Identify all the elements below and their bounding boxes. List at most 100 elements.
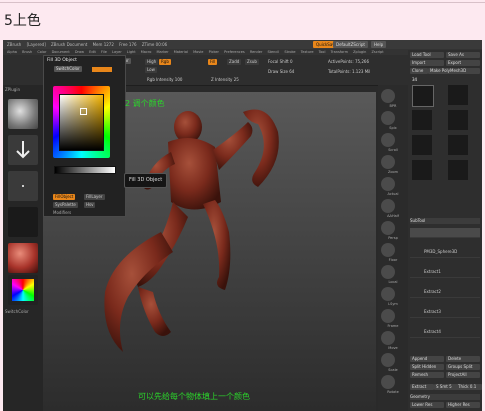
- menu-layer[interactable]: Layer: [112, 50, 122, 54]
- load-tool-button[interactable]: Load Tool: [410, 52, 444, 58]
- scale-icon[interactable]: [381, 353, 395, 367]
- low-button[interactable]: Low: [145, 67, 157, 73]
- higher-res-button[interactable]: Higher Res: [446, 402, 480, 408]
- zsub-button[interactable]: Zsub: [245, 59, 259, 65]
- z-intensity-slider[interactable]: Z Intensity 25: [211, 77, 239, 82]
- menu-draw[interactable]: Draw: [75, 50, 84, 54]
- subtool-slot[interactable]: Extract1: [410, 268, 480, 278]
- tool-thumbnail-8[interactable]: [448, 160, 468, 180]
- local-icon[interactable]: [381, 265, 395, 279]
- lsym-icon[interactable]: [381, 287, 395, 301]
- clone-button[interactable]: Clone: [410, 68, 428, 74]
- title-item: [Layered]: [26, 42, 46, 47]
- make-polymesh-button[interactable]: Make PolyMesh3D: [428, 68, 480, 74]
- saturation-value-square[interactable]: [59, 94, 104, 151]
- zadd-button[interactable]: Zadd: [227, 59, 242, 65]
- scroll-icon[interactable]: [381, 133, 395, 147]
- menu-movie[interactable]: Movie: [193, 50, 203, 54]
- spix-icon[interactable]: [381, 111, 395, 125]
- actual-icon[interactable]: [381, 177, 395, 191]
- tool-thumbnail-4[interactable]: [448, 110, 468, 130]
- hsv-button[interactable]: Hsv: [84, 202, 96, 208]
- picker-switch-color-button[interactable]: SwitchColor: [54, 66, 82, 72]
- move-icon[interactable]: [381, 331, 395, 345]
- menu-transform[interactable]: Transform: [331, 50, 348, 54]
- menu-document[interactable]: Document: [52, 50, 70, 54]
- menu-macro[interactable]: Macro: [141, 50, 152, 54]
- export-button[interactable]: Export: [446, 60, 480, 66]
- menu-zplugin[interactable]: Zplugin: [353, 50, 366, 54]
- tool-thumbnail-7[interactable]: [412, 160, 432, 180]
- zoom-icon[interactable]: [381, 155, 395, 169]
- subtool-header[interactable]: SubTool: [410, 218, 480, 224]
- menu-render[interactable]: Render: [250, 50, 262, 54]
- color-thumbnail[interactable]: [8, 275, 38, 305]
- tool-thumbnail-5[interactable]: [412, 135, 432, 155]
- menu-file[interactable]: File: [101, 50, 107, 54]
- menu-tool[interactable]: Tool: [319, 50, 326, 54]
- menu-material[interactable]: Material: [174, 50, 188, 54]
- menu-alpha[interactable]: Alpha: [7, 50, 17, 54]
- high-button[interactable]: High: [145, 59, 159, 65]
- menu-edit[interactable]: Edit: [89, 50, 96, 54]
- focal-shift-slider[interactable]: Focal Shift 0: [268, 59, 293, 64]
- tool-thumbnail-2[interactable]: [448, 85, 468, 105]
- subtool-slot[interactable]: Extract4: [410, 328, 480, 338]
- current-tool-thumbnail[interactable]: [412, 85, 434, 107]
- subtool-slot[interactable]: Extract3: [410, 308, 480, 318]
- draw-size-slider[interactable]: Draw Size 64: [268, 69, 294, 74]
- texture-thumbnail[interactable]: [8, 207, 38, 237]
- menu-zscript[interactable]: Zscript: [371, 50, 383, 54]
- menu-stroke[interactable]: Stroke: [284, 50, 295, 54]
- menu-preferences[interactable]: Preferences: [224, 50, 245, 54]
- geometry-header[interactable]: Geometry: [410, 394, 480, 400]
- smt-button[interactable]: S Smt 5: [434, 384, 458, 390]
- fill-button[interactable]: Fill: [208, 59, 218, 65]
- save-as-button[interactable]: Save As: [446, 52, 480, 58]
- groups-split-button[interactable]: Groups Split: [446, 364, 480, 370]
- fill-layer-button[interactable]: FillLayer: [84, 194, 105, 200]
- zplugin-label: ZPlugin: [5, 87, 20, 92]
- lower-res-button[interactable]: Lower Res: [410, 402, 444, 408]
- append-button[interactable]: Append: [410, 356, 444, 362]
- subtool-slot[interactable]: Extract2: [410, 288, 480, 298]
- frame-icon[interactable]: [381, 309, 395, 323]
- material-thumbnail[interactable]: [8, 243, 38, 273]
- menu-stencil[interactable]: Stencil: [267, 50, 279, 54]
- tool-thumbnail-6[interactable]: [448, 135, 468, 155]
- menu-light[interactable]: Light: [127, 50, 136, 54]
- sys-palette-button[interactable]: SysPalette: [53, 202, 78, 208]
- thick-slider[interactable]: Thick 0.1: [456, 384, 482, 390]
- aahalf-icon[interactable]: [381, 199, 395, 213]
- title-item: ZTime 00:06: [141, 42, 168, 47]
- remesh-button[interactable]: Remesh: [410, 372, 444, 378]
- brush-thumbnail[interactable]: [8, 99, 38, 129]
- alpha-thumbnail[interactable]: [8, 171, 38, 201]
- default-script-button[interactable]: DefaultZScript: [333, 41, 368, 48]
- floor-icon[interactable]: [381, 243, 395, 257]
- rgb-button[interactable]: Rgb: [159, 59, 171, 65]
- split-hidden-button[interactable]: Split Hidden: [410, 364, 444, 370]
- subtool-slot[interactable]: PM3D_Sphere3D: [410, 248, 480, 258]
- fill-object-button[interactable]: FillObject: [53, 194, 76, 200]
- rotate-icon[interactable]: [381, 375, 395, 389]
- menu-brush[interactable]: Brush: [22, 50, 32, 54]
- rgb-intensity-slider[interactable]: Rgb Intensity 100: [147, 77, 182, 82]
- help-button[interactable]: Help: [371, 41, 387, 48]
- main-color-swatch[interactable]: [92, 67, 112, 72]
- stroke-thumbnail[interactable]: [8, 135, 38, 165]
- delete-button[interactable]: Delete: [446, 356, 480, 362]
- persp-icon[interactable]: [381, 221, 395, 235]
- bpr-render-icon[interactable]: [381, 89, 395, 103]
- menu-texture[interactable]: Texture: [301, 50, 314, 54]
- menu-picker[interactable]: Picker: [209, 50, 219, 54]
- subtool-slot-active[interactable]: [410, 228, 480, 238]
- extract-button[interactable]: Extract: [410, 384, 434, 390]
- import-button[interactable]: Import: [410, 60, 444, 66]
- menu-marker[interactable]: Marker: [157, 50, 169, 54]
- gray-slider[interactable]: [54, 166, 116, 174]
- menu-color[interactable]: Color: [37, 50, 46, 54]
- tool-thumbnail-3[interactable]: [412, 110, 432, 130]
- project-all-button[interactable]: ProjectAll: [446, 372, 480, 378]
- color-cursor[interactable]: [80, 108, 87, 115]
